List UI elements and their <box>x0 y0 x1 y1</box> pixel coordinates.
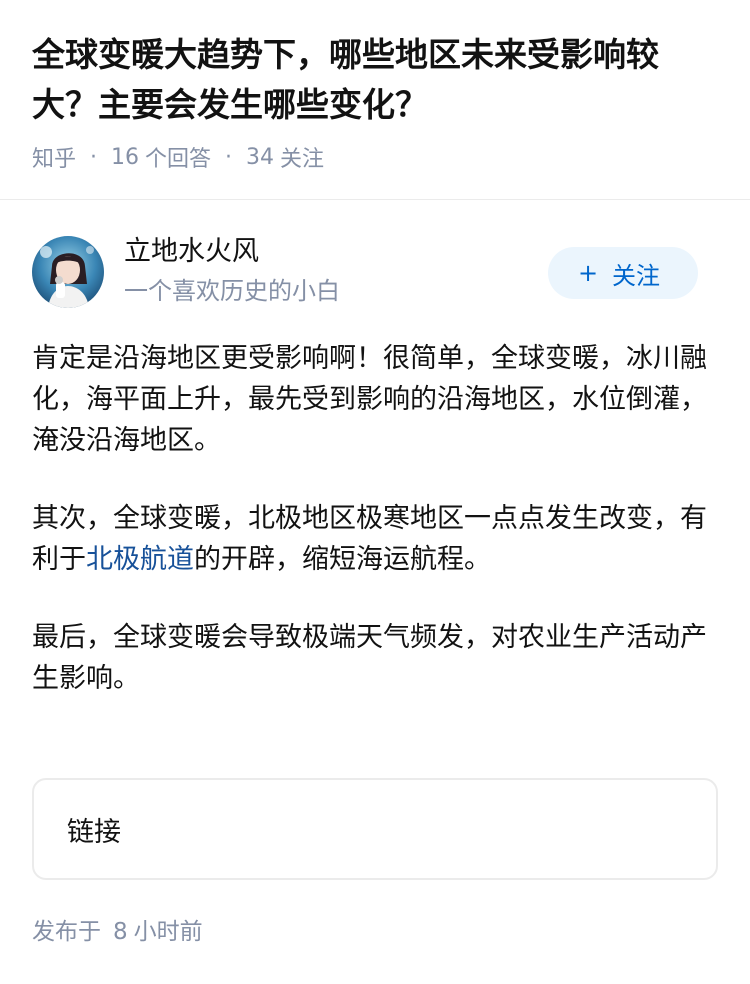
meta-separator: · <box>90 144 98 170</box>
answer-paragraph: 最后，全球变暖会导致极端天气频发，对农业生产活动产生影响。 <box>32 622 707 694</box>
author-name[interactable]: 立地水火风 <box>124 234 259 270</box>
follow-button[interactable]: + 关注 <box>548 247 698 299</box>
answer-paragraph: 其次，全球变暖，北极地区极寒地区一点点发生改变，有利于北极航道的开辟，缩短海运航… <box>32 498 712 580</box>
source-label[interactable]: 知乎 <box>32 141 76 173</box>
publish-suffix: 小时前 <box>133 919 203 945</box>
answer-paragraph: 肯定是沿海地区更受影响啊！很简单，全球变暖，冰川融化，海平面上升，最先受到影响的… <box>32 343 707 456</box>
answer-count[interactable]: 16 <box>111 145 139 170</box>
answer-text: 的开辟，缩短海运航程。 <box>194 544 491 575</box>
publish-number: 8 <box>113 919 128 945</box>
section-divider <box>0 199 750 200</box>
question-title[interactable]: 全球变暖大趋势下，哪些地区未来受影响较大？主要会发生哪些变化？ <box>32 30 718 130</box>
link-card-label: 链接 <box>67 816 121 848</box>
meta-separator: · <box>225 144 233 170</box>
follower-count-suffix: 关注 <box>280 147 325 172</box>
publish-time: 发布于 8 小时前 <box>32 914 203 950</box>
author-bio: 一个喜欢历史的小白 <box>124 277 340 305</box>
answer-content: 肯定是沿海地区更受影响啊！很简单，全球变暖，冰川融化，海平面上升，最先受到影响的… <box>32 338 712 736</box>
link-card[interactable]: 链接 <box>32 778 718 880</box>
arctic-route-link[interactable]: 北极航道 <box>86 544 194 575</box>
avatar-image <box>32 236 104 308</box>
follow-label: 关注 <box>612 261 661 290</box>
follower-count: 34 <box>246 144 275 170</box>
plus-icon: + <box>577 259 599 287</box>
publish-prefix: 发布于 <box>32 919 101 945</box>
question-header: 全球变暖大趋势下，哪些地区未来受影响较大？主要会发生哪些变化？ 知乎 · 16 … <box>0 0 750 175</box>
author-card: 立地水火风 一个喜欢历史的小白 + 关注 <box>32 236 698 308</box>
question-meta: 知乎 · 16 个回答 · 34 关注 <box>32 139 718 175</box>
answer-count-suffix[interactable]: 个回答 <box>145 141 211 173</box>
user-avatar[interactable] <box>32 236 104 308</box>
